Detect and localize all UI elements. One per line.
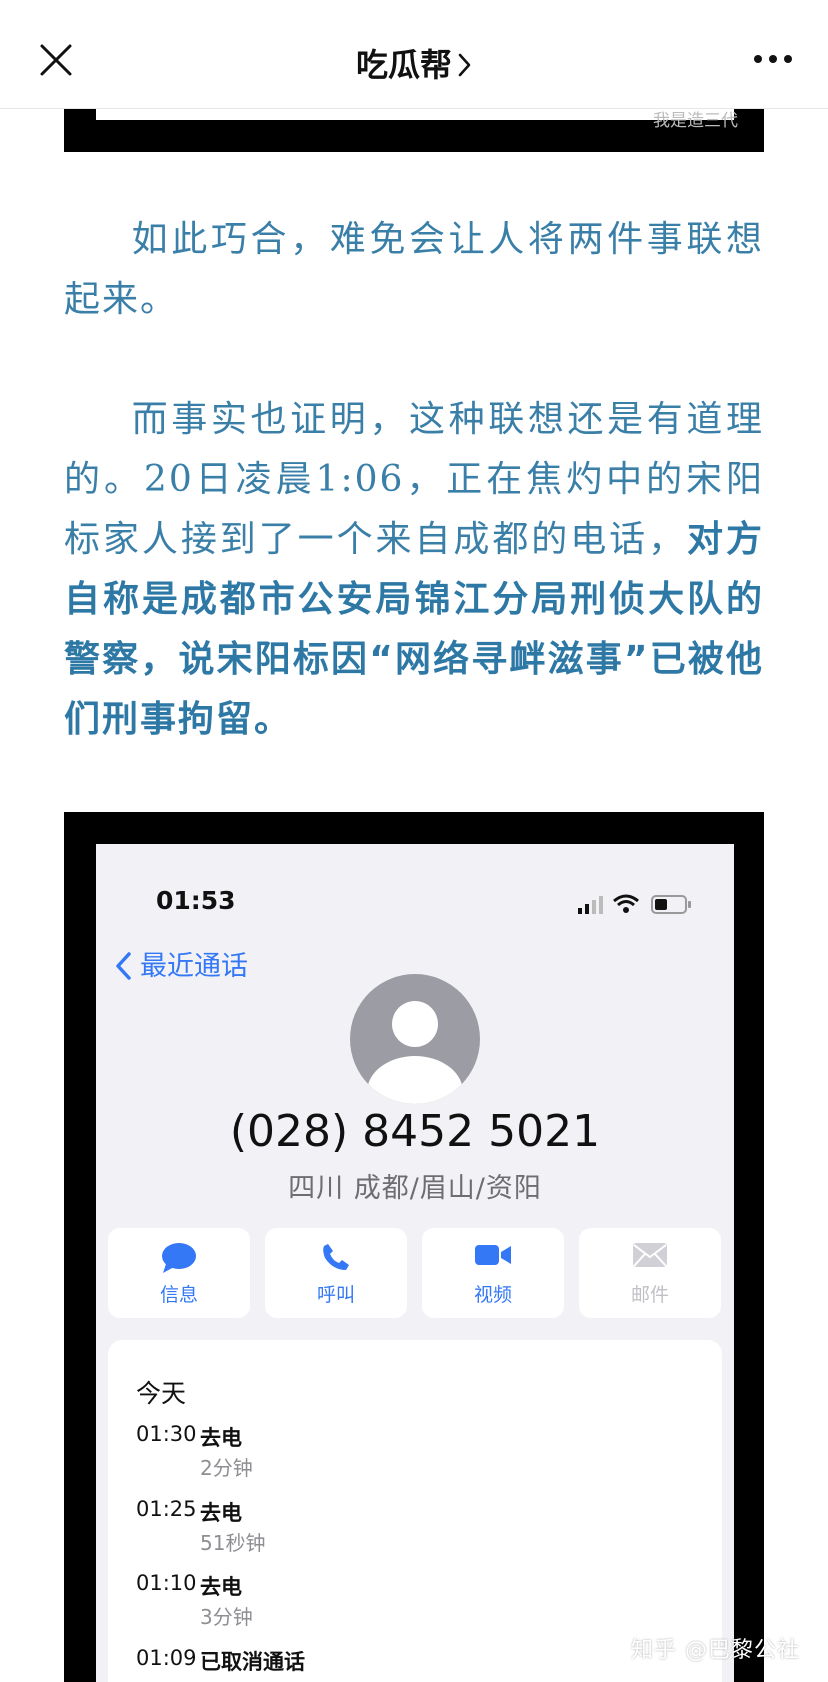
status-icons (578, 894, 691, 914)
call-entry: 01:25 去电 51秒钟 (136, 1497, 696, 1567)
account-title-link[interactable]: 吃瓜帮 (0, 40, 828, 86)
contact-actions: 信息 呼叫 视频 邮件 (108, 1228, 722, 1318)
call-type: 去电 (200, 1575, 242, 1599)
call-entry: 01:30 去电 2分钟 (136, 1422, 696, 1492)
back-recent-calls[interactable]: 最近通话 (114, 944, 248, 983)
mail-label: 邮件 (630, 1284, 669, 1306)
mail-button[interactable]: 邮件 (579, 1228, 721, 1318)
call-entry: 01:09 已取消通话 (136, 1646, 696, 1682)
caller-location: 四川 成都/眉山/资阳 (288, 1173, 542, 1204)
call-log-screenshot: 01:53 最近通话 (028) 8452 5021 四川 成都/眉山/资阳 信… (64, 812, 764, 1682)
article-paragraph-2: 而事实也证明，这种联想还是有道理的。20日凌晨1:06，正在焦灼中的宋阳标家人接… (64, 390, 764, 750)
paragraph-2-text: 而事实也证明，这种联想还是有道理的。20日凌晨1:06，正在焦灼中的宋阳标家人接… (64, 399, 764, 560)
mail-icon (633, 1243, 667, 1267)
message-icon (162, 1243, 196, 1273)
call-type: 去电 (200, 1501, 242, 1525)
caller-number: (028) 8452 5021 (229, 1106, 601, 1157)
account-title: 吃瓜帮 (355, 46, 452, 84)
video-button[interactable]: 视频 (422, 1228, 564, 1318)
image-watermark: 我是造三代 (653, 111, 738, 131)
article-paragraph-1: 如此巧合，难免会让人将两件事联想起来。 (64, 210, 764, 330)
call-entry: 01:10 去电 3分钟 (136, 1571, 696, 1641)
zhihu-watermark: 知乎 @巴黎公社 (631, 1638, 800, 1663)
call-button[interactable]: 呼叫 (265, 1228, 407, 1318)
call-time: 01:25 (136, 1497, 197, 1521)
message-label: 信息 (159, 1284, 198, 1306)
video-icon (475, 1245, 511, 1265)
chevron-left-icon (116, 952, 131, 980)
call-duration: 3分钟 (200, 1605, 253, 1629)
call-duration: 51秒钟 (200, 1531, 266, 1555)
call-type: 已取消通话 (200, 1650, 305, 1674)
call-time: 01:10 (136, 1571, 197, 1595)
top-navbar: 吃瓜帮 (0, 0, 828, 109)
call-duration: 2分钟 (200, 1456, 253, 1480)
video-label: 视频 (473, 1284, 512, 1306)
status-time: 01:53 (156, 886, 236, 915)
more-dots-icon[interactable] (752, 52, 794, 66)
call-time: 01:09 (136, 1646, 197, 1670)
message-button[interactable]: 信息 (108, 1228, 250, 1318)
call-time: 01:30 (136, 1422, 197, 1446)
call-history: 今天 01:30 去电 2分钟 01:25 去电 51秒钟 01:10 去电 3… (108, 1340, 722, 1682)
call-history-header: 今天 (136, 1379, 187, 1408)
call-label: 呼叫 (316, 1284, 355, 1306)
chevron-right-icon (458, 53, 471, 77)
call-type: 去电 (200, 1426, 242, 1450)
paragraph-1-text: 如此巧合，难免会让人将两件事联想起来。 (64, 219, 764, 320)
phone-icon (323, 1244, 349, 1270)
phone-screen: 01:53 最近通话 (028) 8452 5021 四川 成都/眉山/资阳 信… (96, 844, 734, 1682)
back-label: 最近通话 (140, 951, 248, 982)
contact-avatar-icon (350, 974, 480, 1104)
